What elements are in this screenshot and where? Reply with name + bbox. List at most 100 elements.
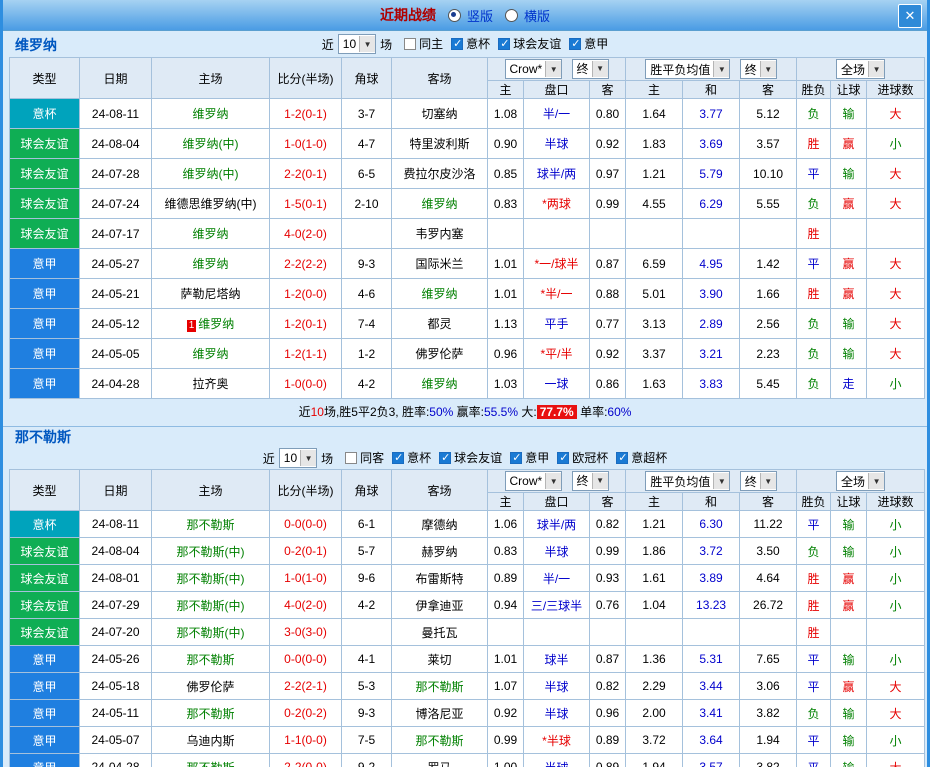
cell	[830, 618, 868, 646]
filter-checkbox[interactable]: 同主	[404, 35, 443, 52]
chevron-down-icon: ▼	[868, 61, 885, 77]
wdl-average-select[interactable]: 胜平负均值 ▼	[645, 471, 731, 491]
scope-select[interactable]: 全场 ▼	[836, 59, 886, 79]
checkbox-icon[interactable]	[345, 451, 358, 464]
cell: 大	[866, 338, 926, 369]
cell: 意甲	[9, 699, 80, 727]
page-title: 近期战绩	[379, 7, 436, 23]
layout-radio-vertical[interactable]	[447, 8, 461, 22]
odds-company-select[interactable]: Crow* ▼	[504, 59, 563, 80]
cell: 1.01	[487, 278, 524, 309]
col-header-give: 让球	[830, 492, 868, 511]
col-header-date: 日期	[79, 57, 152, 99]
cell: 赢	[830, 672, 868, 700]
cell	[739, 218, 798, 249]
checkbox-icon[interactable]	[404, 37, 417, 50]
checkbox-label: 意甲	[584, 37, 609, 52]
match-row: 球会友谊 24-07-28 维罗纳(中) 2-2(0-1) 6-5 费拉尔皮沙洛 0.85 球…	[9, 158, 926, 189]
cell: 意甲	[9, 645, 80, 673]
cell: 球半	[523, 645, 590, 673]
cell: 平	[796, 726, 832, 754]
cell: 1.01	[487, 645, 524, 673]
filter-checkbox[interactable]: 同客	[345, 449, 384, 466]
cell: *一/球半	[523, 248, 590, 279]
cell: 赢	[830, 128, 868, 159]
checkbox-label: 意超杯	[631, 451, 668, 466]
filter-checkbox[interactable]: 意杯	[451, 35, 490, 52]
cell: 1.63	[625, 368, 684, 399]
chevron-down-icon: ▼	[591, 60, 608, 77]
cell: 罗马	[391, 753, 488, 767]
cell: 3.72	[625, 726, 684, 754]
checkbox-icon[interactable]	[510, 451, 523, 464]
cell: 0-0(0-0)	[269, 645, 342, 673]
cell: 走	[830, 368, 868, 399]
checkbox-icon[interactable]	[439, 451, 452, 464]
cell: 3-7	[341, 98, 392, 129]
cell: 平	[796, 510, 832, 538]
odds-final-select[interactable]: 终 ▼	[571, 470, 609, 491]
cell: 博洛尼亚	[391, 699, 488, 727]
checkbox-icon[interactable]	[569, 37, 582, 50]
layout-radio-horizontal[interactable]	[505, 8, 518, 22]
cell: 负	[796, 338, 832, 369]
filter-checkbox[interactable]: 意超杯	[616, 449, 667, 466]
cell: 4.55	[625, 188, 684, 219]
checkbox-icon[interactable]	[498, 37, 511, 50]
wdl-final-select[interactable]: 终 ▼	[739, 59, 777, 79]
cell	[682, 218, 741, 249]
col-header-lose: 客	[739, 80, 798, 99]
cell: 24-08-04	[79, 537, 152, 565]
checkbox-icon[interactable]	[451, 37, 464, 50]
cell: 半球	[523, 537, 590, 565]
filter-checkbox[interactable]: 球会友谊	[498, 35, 561, 52]
layout-label-vertical[interactable]: 竖版	[467, 6, 493, 25]
summary-segment: 60%	[607, 405, 632, 419]
filter-checkbox[interactable]: 欧冠杯	[557, 449, 608, 466]
odds-company-select[interactable]: Crow* ▼	[504, 471, 563, 492]
match-count-select[interactable]: 10 ▼	[278, 448, 318, 468]
wdl-average-select[interactable]: 胜平负均值 ▼	[645, 59, 731, 79]
col-header-score: 比分(半场)	[269, 469, 342, 511]
cell: 那不勒斯	[151, 645, 270, 673]
scope-select[interactable]: 全场 ▼	[836, 471, 886, 491]
cell: 特里波利斯	[391, 128, 488, 159]
match-count-select[interactable]: 10 ▼	[337, 34, 377, 54]
cell: 胜	[796, 278, 832, 309]
cell: 输	[830, 510, 868, 538]
odds-select-group: Crow* ▼ 终 ▼	[486, 469, 627, 493]
cell: 3.57	[739, 128, 798, 159]
cell: 9-2	[341, 753, 392, 767]
cell: 一球	[523, 368, 590, 399]
near-label: 近	[262, 451, 275, 466]
wdl-final-select[interactable]: 终 ▼	[739, 471, 777, 491]
checkbox-icon[interactable]	[616, 451, 629, 464]
close-button[interactable]: ✕	[898, 4, 922, 28]
checkbox-icon[interactable]	[557, 451, 570, 464]
filter-checkbox[interactable]: 意甲	[510, 449, 549, 466]
cell: 1-0(1-0)	[269, 564, 342, 592]
col-header-odds-away: 客	[588, 80, 627, 99]
cell: 1.94	[739, 726, 798, 754]
cell: 3.37	[625, 338, 684, 369]
filter-checkbox[interactable]: 意甲	[569, 35, 608, 52]
filter-checkbox[interactable]: 意杯	[392, 449, 431, 466]
cell: 10.10	[739, 158, 798, 189]
checkbox-icon[interactable]	[392, 451, 405, 464]
layout-label-horizontal[interactable]: 横版	[524, 6, 550, 25]
filter-checkbox[interactable]: 球会友谊	[439, 449, 502, 466]
chevron-down-icon: ▼	[759, 61, 776, 77]
odds-final-select[interactable]: 终 ▼	[571, 58, 609, 79]
chevron-down-icon: ▼	[713, 61, 730, 77]
cell: 胜	[796, 564, 832, 592]
cell: 24-04-28	[79, 753, 152, 767]
cell: 3-0(3-0)	[269, 618, 342, 646]
cell: 大	[866, 188, 926, 219]
cell: 平	[796, 753, 832, 767]
cell: 4.95	[682, 248, 741, 279]
cell: 6.59	[625, 248, 684, 279]
cell: 维罗纳(中)	[151, 158, 270, 189]
cell: 拉齐奥	[151, 368, 270, 399]
cell: 0.80	[588, 98, 627, 129]
cell: 输	[830, 158, 868, 189]
